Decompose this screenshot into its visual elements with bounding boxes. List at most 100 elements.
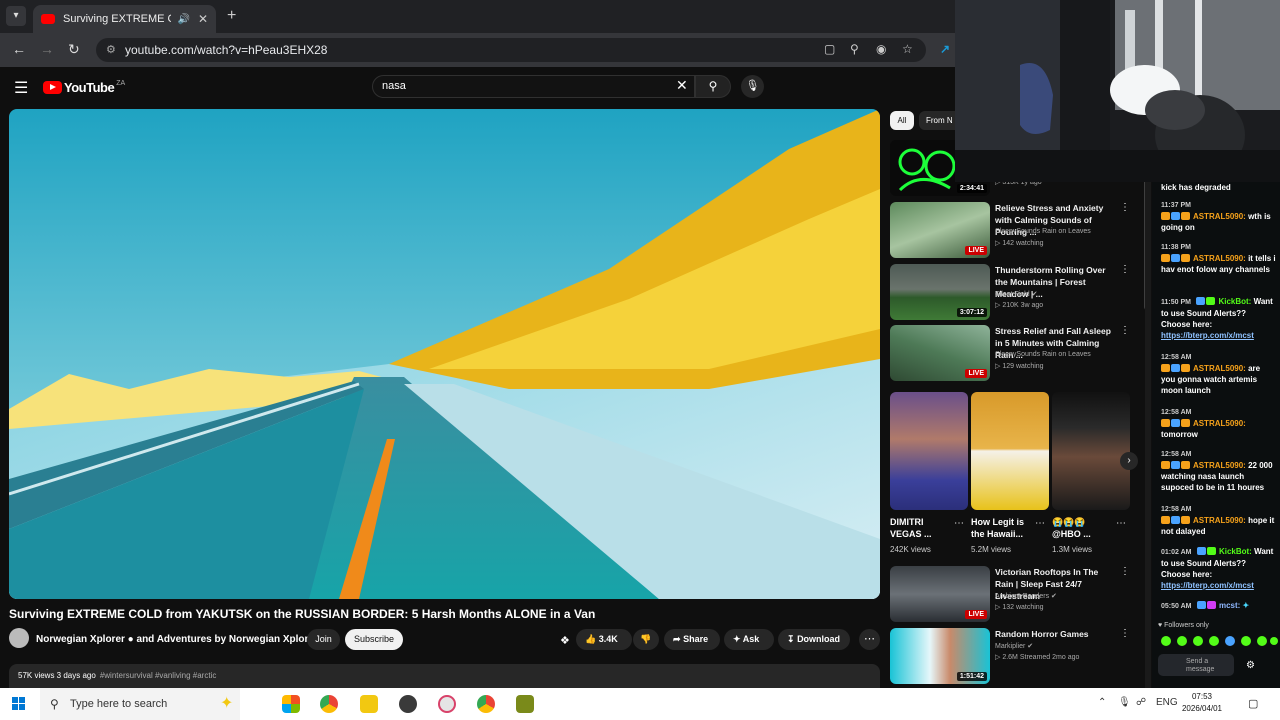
thumbnail[interactable]: LIVE xyxy=(890,202,990,258)
channel-name[interactable]: SleepySounds Rain on Leaves xyxy=(995,228,1091,235)
more-options-icon[interactable]: ⋯ xyxy=(1035,518,1045,529)
chat-username[interactable]: ASTRAL5090: xyxy=(1193,364,1246,373)
subscribe-button[interactable]: Subscribe xyxy=(345,629,403,650)
clear-search-icon[interactable]: ✕ xyxy=(676,77,688,94)
search-input[interactable]: nasa xyxy=(372,75,695,98)
thanks-icon[interactable]: ❖ xyxy=(560,634,570,647)
chat-username[interactable]: KickBot: xyxy=(1219,547,1252,556)
quick-emote-bar[interactable] xyxy=(1158,634,1278,648)
chat-username[interactable]: KickBot: xyxy=(1218,297,1251,306)
join-button[interactable]: Join xyxy=(307,629,340,650)
more-options-icon[interactable]: ⋮ xyxy=(1120,325,1130,336)
voice-search-button[interactable]: 🎙 xyxy=(741,75,764,98)
chat-scrollbar[interactable] xyxy=(1145,182,1151,688)
close-tab-icon[interactable]: ✕ xyxy=(198,12,208,26)
short-thumbnail[interactable] xyxy=(971,392,1049,510)
thumbnail[interactable]: 3:07:12 xyxy=(890,264,990,320)
chat-username[interactable]: ASTRAL5090: xyxy=(1193,419,1246,428)
more-options-icon[interactable]: ⋯ xyxy=(954,518,964,529)
channel-name[interactable]: Norwegian Xplorer ● and Adventures by No… xyxy=(36,634,318,645)
obs-app-icon[interactable] xyxy=(399,695,417,713)
message-link[interactable]: https://bterp.com/x/mcst xyxy=(1161,331,1254,340)
file-explorer-icon[interactable] xyxy=(360,695,378,713)
microphone-icon[interactable]: 🎙 xyxy=(1118,697,1131,708)
more-options-icon[interactable]: ⋯ xyxy=(1116,518,1126,529)
download-button[interactable]: ↧ Download xyxy=(778,629,850,650)
channel-avatar[interactable] xyxy=(9,628,29,648)
reload-icon[interactable]: ↻ xyxy=(68,41,80,58)
chat-username[interactable]: ASTRAL5090: xyxy=(1193,461,1246,470)
browser-tab[interactable]: Surviving EXTREME COLD fr 🔊 ✕ xyxy=(33,5,216,33)
network-icon[interactable]: ☍ xyxy=(1136,697,1146,708)
short-0[interactable]: DIMITRI VEGAS ... ⋯ 242K views xyxy=(890,392,968,554)
short-1[interactable]: How Legit is the Hawaii... ⋯ 5.2M views xyxy=(971,392,1049,554)
more-actions-icon[interactable]: ⋯ xyxy=(859,629,880,650)
channel-name[interactable]: SleepySounds Rain on Leaves xyxy=(995,351,1091,358)
chat-username[interactable]: ASTRAL5090: xyxy=(1193,212,1246,221)
forward-icon[interactable]: → xyxy=(40,41,54,57)
short-title[interactable]: How Legit is the Hawaii... xyxy=(971,516,1033,540)
extension-icon[interactable]: ↗ xyxy=(940,42,950,56)
description-box[interactable]: 57K views 3 days ago #wintersurvival #van… xyxy=(9,664,880,688)
badge-icon xyxy=(1171,364,1180,372)
thumbnail[interactable]: LIVE xyxy=(890,566,990,622)
windows-start-icon[interactable] xyxy=(12,697,26,711)
game-app-icon[interactable] xyxy=(516,695,534,713)
chat-message: 05:50 AM mcst: ✦ xyxy=(1161,600,1276,612)
tab-search-icon[interactable]: ▾ xyxy=(6,6,26,26)
hamburger-menu-icon[interactable]: ☰ xyxy=(14,78,28,98)
address-bar[interactable]: ⚙ youtube.com/watch?v=hPeau3EHX28 xyxy=(96,38,926,62)
search-highlight-icon[interactable]: ✦ xyxy=(220,693,233,713)
channel-name[interactable]: Silent Field ✔ xyxy=(995,290,1037,298)
short-thumbnail[interactable] xyxy=(890,392,968,510)
like-button[interactable]: 👍 3.4K xyxy=(576,629,632,650)
chat-username[interactable]: ASTRAL5090: xyxy=(1193,254,1246,263)
new-tab-button[interactable]: + xyxy=(227,7,236,25)
app-icon[interactable] xyxy=(438,695,456,713)
back-icon[interactable]: ← xyxy=(12,41,26,57)
hashtags[interactable]: #wintersurvival #vanliving #arctic xyxy=(100,671,217,680)
thumbnail[interactable]: LIVE xyxy=(890,325,990,381)
site-info-icon[interactable]: ⚙ xyxy=(106,38,116,62)
chip-from-channel[interactable]: From N xyxy=(919,111,955,130)
chat-username[interactable]: ASTRAL5090: xyxy=(1193,516,1246,525)
share-button[interactable]: ➦ Share xyxy=(664,629,720,650)
dislike-button[interactable]: 👎 xyxy=(633,629,659,650)
channel-name[interactable]: Markiplier ✔ xyxy=(995,642,1033,650)
more-options-icon[interactable]: ⋮ xyxy=(1120,566,1130,577)
more-options-icon[interactable]: ⋮ xyxy=(1120,264,1130,275)
chrome-window-icon[interactable] xyxy=(477,695,495,713)
more-options-icon[interactable]: ⋮ xyxy=(1120,202,1130,213)
system-clock[interactable]: 07:53 2026/04/01 xyxy=(1178,691,1226,715)
search-button[interactable]: ⚲ xyxy=(695,75,731,98)
zoom-icon[interactable]: ⚲ xyxy=(850,42,859,56)
url-text: youtube.com/watch?v=hPeau3EHX28 xyxy=(125,43,328,57)
bookmark-star-icon[interactable]: ☆ xyxy=(902,42,913,56)
taskbar-search-input[interactable]: ⚲ Type here to search xyxy=(40,688,240,720)
youtube-logo[interactable]: YouTube ZA xyxy=(43,80,125,95)
notification-icon[interactable]: ▢ xyxy=(1248,697,1258,710)
chevron-right-icon[interactable]: › xyxy=(1120,452,1138,470)
video-player[interactable]: SUB xyxy=(9,109,880,599)
chip-all[interactable]: All xyxy=(890,111,914,130)
chrome-app-icon[interactable] xyxy=(320,695,338,713)
install-app-icon[interactable]: ▢ xyxy=(824,42,835,56)
short-thumbnail[interactable] xyxy=(1052,392,1130,510)
short-title[interactable]: DIMITRI VEGAS ... xyxy=(890,516,952,540)
chat-username[interactable]: mcst: xyxy=(1219,601,1240,610)
thumbnail[interactable]: 1:51:42 xyxy=(890,628,990,684)
copilot-app-icon[interactable] xyxy=(282,695,300,713)
message-link[interactable]: https://bterp.com/x/mcst xyxy=(1161,581,1254,590)
speaker-icon[interactable]: 🔊 xyxy=(177,14,189,25)
channel-name[interactable]: Ambient Renders ✔ xyxy=(995,592,1057,600)
short-2[interactable]: 😭😭😭 @HBO ... ⋯ 1.3M views xyxy=(1052,392,1130,554)
short-title[interactable]: 😭😭😭 @HBO ... xyxy=(1052,516,1114,540)
eye-off-icon[interactable]: ◉ xyxy=(876,42,886,56)
chevron-up-icon[interactable]: ⌃ xyxy=(1098,697,1106,708)
chat-message-input[interactable]: Send a message xyxy=(1158,654,1234,676)
video-title[interactable]: Random Horror Games xyxy=(995,628,1113,640)
ask-button[interactable]: ✦ Ask xyxy=(724,629,774,650)
chat-settings-icon[interactable]: ⚙ xyxy=(1246,660,1255,671)
more-options-icon[interactable]: ⋮ xyxy=(1120,628,1130,639)
language-indicator[interactable]: ENG xyxy=(1156,697,1178,708)
